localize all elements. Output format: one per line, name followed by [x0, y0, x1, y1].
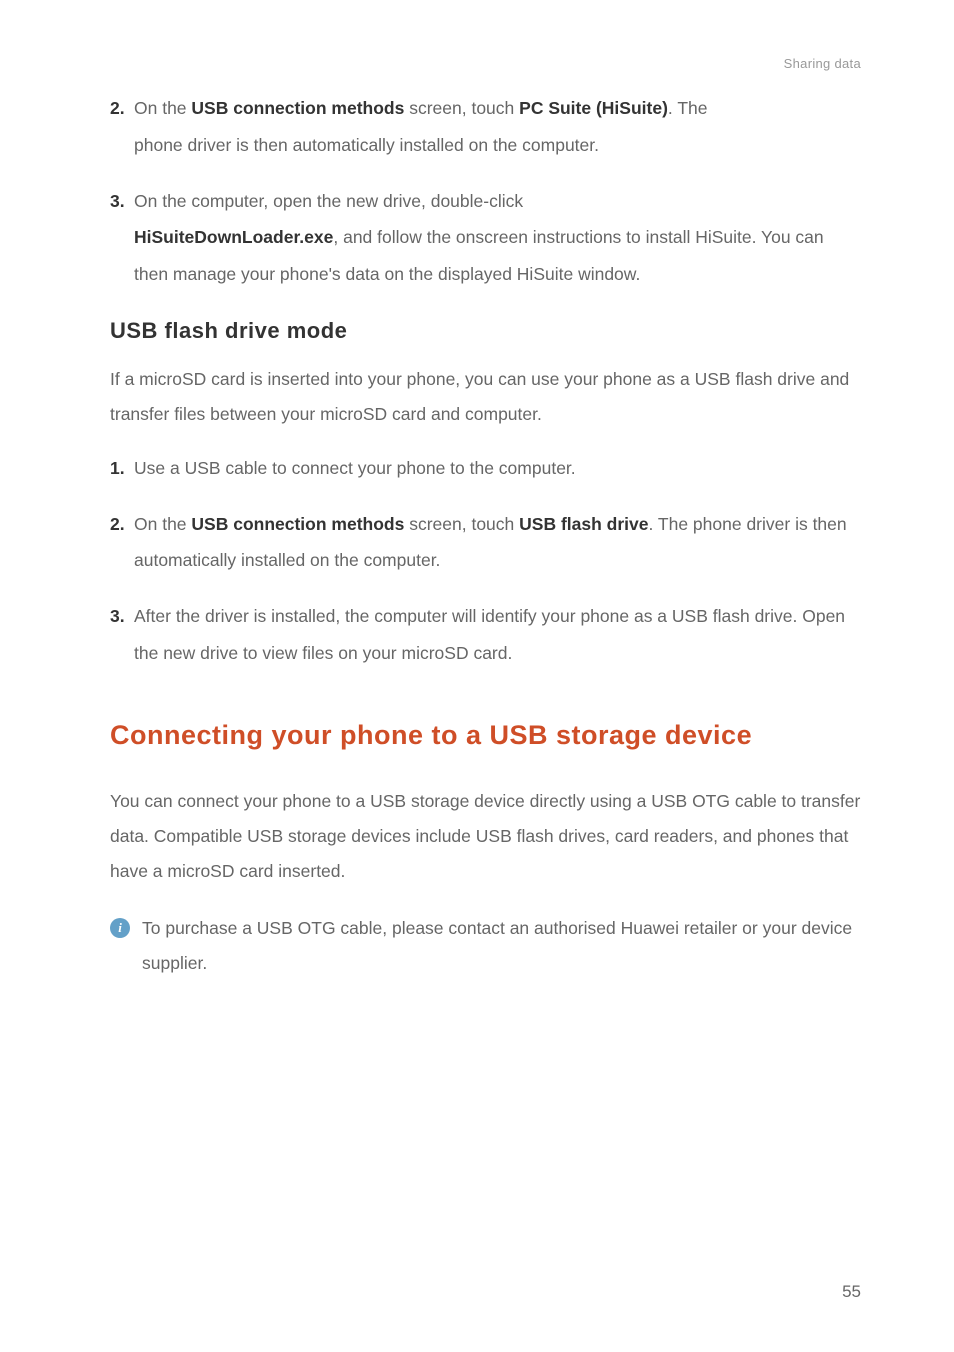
section-heading-usb-flash: USB flash drive mode: [110, 318, 861, 344]
text-fragment: On the computer, open the new drive, dou…: [134, 191, 523, 211]
bold-text: USB flash drive: [519, 514, 648, 534]
text-fragment: phone driver is then automatically insta…: [134, 135, 599, 155]
info-callout: i To purchase a USB OTG cable, please co…: [110, 911, 861, 981]
main-heading-connecting-usb: Connecting your phone to a USB storage d…: [110, 704, 861, 766]
step-text: On the USB connection methods screen, to…: [134, 90, 861, 164]
step-text: On the USB connection methods screen, to…: [134, 506, 861, 580]
text-fragment: On the: [134, 514, 191, 534]
bold-text: USB connection methods: [191, 98, 404, 118]
step-item: 2. On the USB connection methods screen,…: [110, 506, 861, 580]
text-fragment: . The: [668, 98, 708, 118]
bold-text: USB connection methods: [191, 514, 404, 534]
text-fragment: screen, touch: [404, 514, 519, 534]
text-fragment: On the: [134, 98, 191, 118]
bold-text: HiSuiteDownLoader.exe: [134, 227, 333, 247]
step-number: 2.: [110, 506, 128, 580]
body-paragraph: You can connect your phone to a USB stor…: [110, 784, 861, 889]
step-text: On the computer, open the new drive, dou…: [134, 183, 861, 293]
info-text: To purchase a USB OTG cable, please cont…: [142, 911, 861, 981]
step-item: 3. After the driver is installed, the co…: [110, 598, 861, 672]
step-number: 3.: [110, 598, 128, 672]
info-icon: i: [110, 918, 130, 938]
step-number: 1.: [110, 450, 128, 487]
page-header-section: Sharing data: [784, 56, 861, 71]
step-number: 2.: [110, 90, 128, 164]
step-item: 1. Use a USB cable to connect your phone…: [110, 450, 861, 487]
step-item: 3. On the computer, open the new drive, …: [110, 183, 861, 293]
page-content: 2. On the USB connection methods screen,…: [110, 90, 861, 981]
step-item: 2. On the USB connection methods screen,…: [110, 90, 861, 164]
step-number: 3.: [110, 183, 128, 293]
text-fragment: screen, touch: [404, 98, 519, 118]
page-number: 55: [842, 1282, 861, 1302]
info-icon-glyph: i: [118, 920, 122, 936]
step-text: After the driver is installed, the compu…: [134, 598, 861, 672]
step-text: Use a USB cable to connect your phone to…: [134, 450, 861, 487]
bold-text: PC Suite (HiSuite): [519, 98, 668, 118]
body-paragraph: If a microSD card is inserted into your …: [110, 362, 861, 432]
